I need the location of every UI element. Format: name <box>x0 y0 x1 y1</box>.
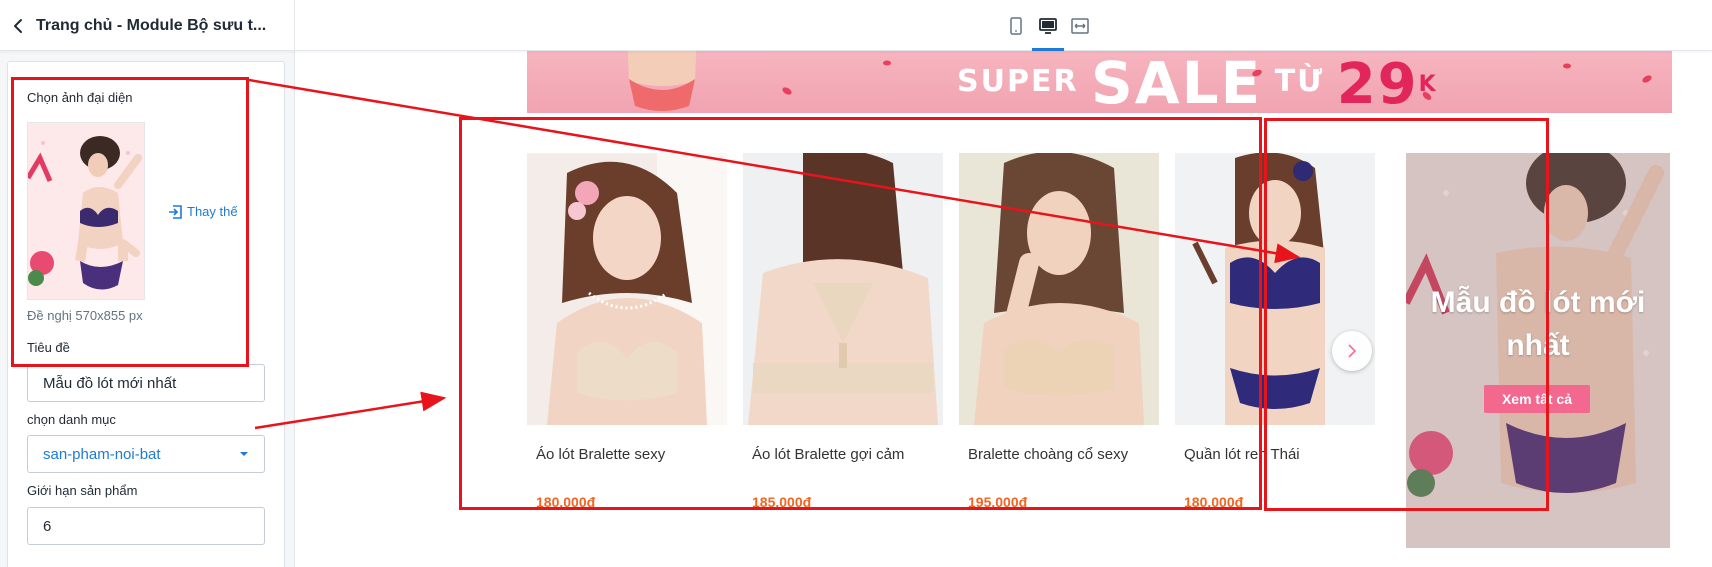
expand-width-icon <box>1071 17 1089 34</box>
petal-decoration <box>782 60 1652 100</box>
product-image[interactable] <box>527 153 727 425</box>
product-name[interactable]: Quần lót ren Thái <box>1184 446 1300 463</box>
product-price: 180.000đ <box>536 494 596 510</box>
fullwidth-view-button[interactable] <box>1069 0 1091 51</box>
header-left: Trang chủ - Module Bộ sưu t... <box>0 0 295 51</box>
title-input[interactable] <box>27 364 265 402</box>
import-icon <box>169 204 182 219</box>
collection-promo-banner[interactable]: Mẫu đồ lót mới nhất Xem tất cả <box>1406 153 1670 548</box>
product-card[interactable]: Áo lót Bralette sexy 180.000đ <box>527 153 727 533</box>
chevron-left-icon[interactable] <box>8 16 28 36</box>
mobile-icon <box>1010 16 1022 35</box>
view-all-button[interactable]: Xem tất cả <box>1484 385 1590 413</box>
desktop-icon <box>1039 17 1057 34</box>
product-card[interactable]: Bralette choàng cổ sexy 195.000đ <box>959 153 1159 533</box>
product-price: 195.000đ <box>968 494 1028 510</box>
carousel-next-button[interactable] <box>1332 331 1372 371</box>
product-name[interactable]: Áo lót Bralette gợi cảm <box>752 446 904 463</box>
preview-canvas: SUPER SALE TỪ 29K Áo lót Bralette sexy 1… <box>296 51 1712 567</box>
limit-input[interactable] <box>27 507 265 545</box>
category-label: chọn danh mục <box>27 412 116 427</box>
product-image[interactable] <box>1175 153 1375 425</box>
settings-panel: Chọn ảnh đại diện Thay thế Đề nghị 570x8… <box>0 51 295 567</box>
sale-banner[interactable]: SUPER SALE TỪ 29K <box>527 51 1672 113</box>
page-title: Trang chủ - Module Bộ sưu t... <box>36 16 267 34</box>
product-image[interactable] <box>743 153 943 425</box>
promo-title: Mẫu đồ lót mới nhất <box>1430 286 1646 362</box>
limit-label: Giới hạn sản phẩm <box>27 483 138 498</box>
category-select[interactable]: san-pham-noi-bat <box>27 435 265 473</box>
chevron-right-icon <box>1348 344 1357 358</box>
product-card[interactable]: Áo lót Bralette gợi cảm 185.000đ <box>743 153 943 533</box>
product-image[interactable] <box>959 153 1159 425</box>
product-price: 185.000đ <box>752 494 812 510</box>
caret-down-icon <box>240 452 248 456</box>
replace-image-button[interactable]: Thay thế <box>168 204 238 219</box>
top-bar: Trang chủ - Module Bộ sưu t... <box>0 0 1712 51</box>
category-value: san-pham-noi-bat <box>43 445 161 463</box>
image-size-hint: Đề nghị 570x855 px <box>27 308 143 323</box>
title-label: Tiêu đề <box>27 340 70 355</box>
settings-card: Chọn ảnh đại diện Thay thế Đề nghị 570x8… <box>7 61 285 567</box>
product-name[interactable]: Bralette choàng cổ sexy <box>968 446 1128 463</box>
device-switcher <box>1005 0 1091 51</box>
product-price: 180.000đ <box>1184 494 1244 510</box>
product-name[interactable]: Áo lót Bralette sexy <box>536 446 665 463</box>
product-carousel: Áo lót Bralette sexy 180.000đ Áo lót Bra… <box>527 153 1377 533</box>
collection-image-thumbnail[interactable] <box>27 122 145 300</box>
mobile-view-button[interactable] <box>1005 0 1027 51</box>
image-label: Chọn ảnh đại diện <box>27 90 133 105</box>
replace-label: Thay thế <box>187 204 238 219</box>
desktop-view-button[interactable] <box>1032 0 1064 51</box>
